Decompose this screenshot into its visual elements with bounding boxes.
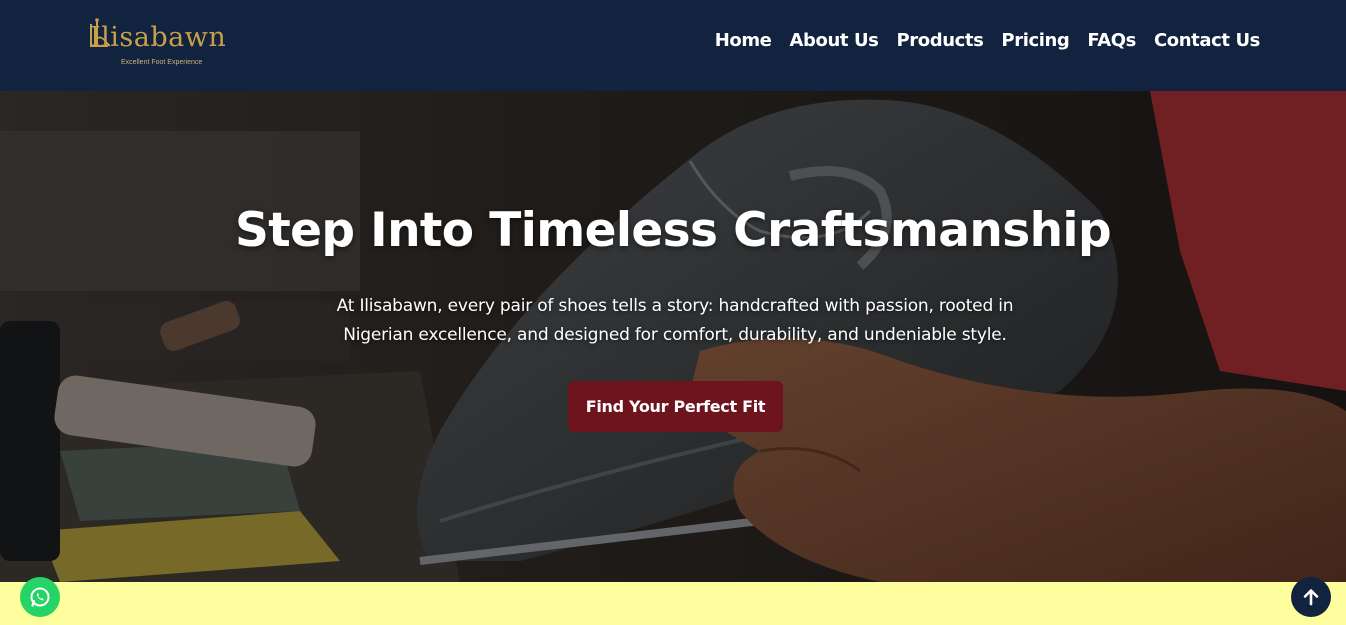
whatsapp-chat-button[interactable] (20, 577, 60, 617)
whatsapp-icon (30, 587, 50, 607)
arrow-up-icon (1303, 589, 1319, 606)
nav-contact-us[interactable]: Contact Us (1154, 30, 1260, 51)
main-nav: Home About Us Products Pricing FAQs Cont… (715, 30, 1261, 51)
hero-title: Step Into Timeless Craftsmanship (234, 203, 1112, 258)
logo-tagline: Excellent Foot Experience (121, 59, 203, 66)
logo-wordmark: Ilisabawn (90, 22, 227, 53)
hero-section: Step Into Timeless Craftsmanship At Ilis… (0, 91, 1346, 582)
nav-pricing[interactable]: Pricing (1001, 30, 1069, 51)
nav-faqs[interactable]: FAQs (1087, 30, 1136, 51)
nav-products[interactable]: Products (896, 30, 983, 51)
navbar: Ilisabawn Excellent Foot Experience Home… (0, 0, 1346, 91)
nav-home[interactable]: Home (715, 30, 772, 51)
site-logo[interactable]: Ilisabawn Excellent Foot Experience (88, 16, 248, 74)
nav-about-us[interactable]: About Us (789, 30, 878, 51)
back-to-top-button[interactable] (1291, 577, 1331, 617)
find-your-perfect-fit-button[interactable]: Find Your Perfect Fit (568, 381, 783, 432)
hero-subtitle: At Ilisabawn, every pair of shoes tells … (336, 296, 1014, 345)
